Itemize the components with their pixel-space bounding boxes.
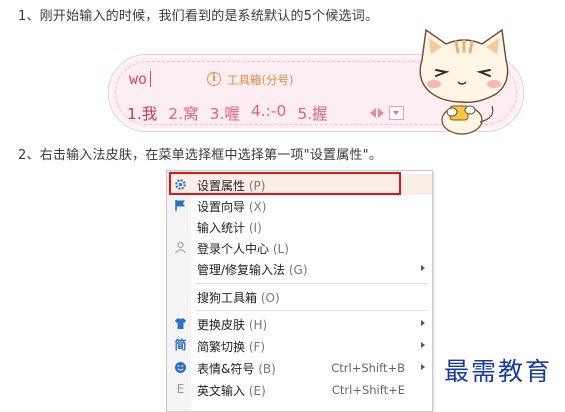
- smiley-icon: [174, 361, 187, 374]
- submenu-arrow-icon: [421, 364, 425, 370]
- candidate-1[interactable]: 1.我: [127, 102, 157, 124]
- next-page-icon[interactable]: [378, 108, 384, 118]
- menu-item-label: 表情&符号: [197, 362, 255, 376]
- menu-item-label: 更换皮肤: [197, 318, 246, 332]
- ime-toolbox-hint: 工具箱(分号): [227, 73, 294, 87]
- ime-caret: [150, 71, 151, 87]
- flag-icon: [174, 199, 187, 212]
- cat-mascot-icon: [419, 28, 509, 135]
- menu-item-login[interactable]: 登录个人中心 (L): [167, 237, 432, 258]
- menu-item-simplified-traditional[interactable]: 简 简繁切换 (F): [167, 335, 432, 356]
- menu-item-key: (H): [248, 318, 268, 332]
- step-1-text: 1、刚开始输入的时候，我们看到的是系统默认的5个候选词。: [18, 9, 379, 24]
- candidate-4[interactable]: 4.:-0: [251, 102, 286, 124]
- info-icon[interactable]: i: [207, 72, 221, 86]
- menu-item-key: (O): [260, 291, 280, 305]
- menu-item-key: (G): [288, 263, 308, 277]
- candidate-2[interactable]: 2.窝: [168, 102, 198, 124]
- menu-item-label: 设置向导: [197, 200, 246, 214]
- menu-item-emoji-symbols[interactable]: 表情&符号 (B) Ctrl+Shift+B: [167, 357, 432, 378]
- highlight-annotation-box: [169, 172, 401, 195]
- menu-separator: [195, 310, 428, 311]
- menu-item-label: 简繁切换: [197, 340, 246, 354]
- menu-item-label: 登录个人中心: [197, 242, 270, 256]
- menu-item-key: (X): [248, 200, 267, 214]
- menu-item-shortcut: Ctrl+Shift+B: [331, 361, 405, 375]
- menu-item-shortcut: Ctrl+Shift+E: [331, 383, 405, 397]
- english-icon: E: [176, 382, 185, 396]
- submenu-arrow-icon: [421, 320, 425, 326]
- menu-item-key: (B): [258, 362, 276, 376]
- user-icon: [174, 241, 187, 254]
- ime-context-menu: 设置属性 (P) 设置向导 (X) 输入统计 (I) 登录个人中心 (L) 管理…: [166, 170, 433, 412]
- menu-item-label: 英文输入: [197, 384, 246, 398]
- menu-item-key: (F): [248, 340, 266, 354]
- candidate-5[interactable]: 5.握: [297, 102, 327, 124]
- submenu-arrow-icon: [421, 342, 425, 348]
- shirt-icon: [174, 317, 187, 330]
- watermark-logo: 最需教育: [444, 357, 553, 386]
- submenu-arrow-icon: [421, 265, 425, 271]
- menu-item-manage-repair[interactable]: 管理/修复输入法 (G): [167, 258, 432, 279]
- ime-page-nav: [370, 106, 404, 120]
- menu-item-change-skin[interactable]: 更换皮肤 (H): [167, 313, 432, 334]
- menu-item-key: (L): [272, 242, 289, 256]
- menu-item-label: 搜狗工具箱: [197, 291, 258, 305]
- ime-input-text: wo: [129, 70, 148, 88]
- candidate-list: 1.我 2.窝 3.喔 4.:-0 5.握: [127, 102, 339, 124]
- menu-item-setup-wizard[interactable]: 设置向导 (X): [167, 195, 432, 216]
- menu-separator: [195, 283, 428, 284]
- candidate-3[interactable]: 3.喔: [210, 102, 240, 124]
- menu-item-label: 输入统计: [197, 221, 246, 235]
- simplified-icon: 简: [174, 338, 187, 352]
- expand-dropdown-icon[interactable]: [389, 106, 404, 120]
- menu-item-english-input[interactable]: E 英文输入 (E) Ctrl+Shift+E: [167, 379, 432, 400]
- prev-page-icon[interactable]: [370, 108, 376, 118]
- menu-item-label: 管理/修复输入法: [197, 263, 286, 277]
- menu-item-toolbox[interactable]: 搜狗工具箱 (O): [167, 286, 432, 307]
- menu-item-input-stats[interactable]: 输入统计 (I): [167, 216, 432, 237]
- menu-item-key: (I): [248, 221, 262, 235]
- menu-item-key: (E): [248, 384, 266, 398]
- step-2-text: 2、右击输入法皮肤，在菜单选择框中选择第一项"设置属性"。: [18, 148, 383, 163]
